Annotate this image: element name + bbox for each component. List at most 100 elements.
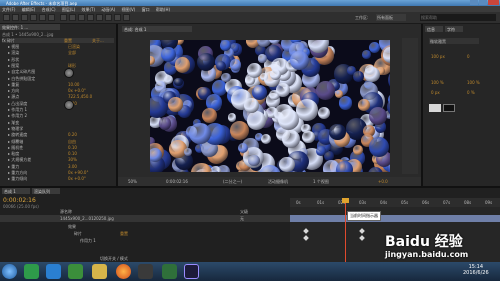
effect-property-value[interactable]: 0.10 — [68, 151, 77, 156]
effect-property-row[interactable]: ▸ 源点 722.5,450.0 — [8, 94, 120, 99]
gravity-direction-dial[interactable] — [64, 100, 74, 110]
composition-canvas[interactable] — [150, 40, 390, 172]
camera-tool-icon[interactable] — [39, 14, 46, 21]
info-tab[interactable]: 信息 — [425, 26, 443, 32]
pen-tool-icon[interactable] — [69, 14, 76, 21]
tracking-field[interactable]: 0 — [467, 54, 470, 59]
mask-tool-icon[interactable] — [60, 14, 67, 21]
roto-tool-icon[interactable] — [114, 14, 121, 21]
effect-property-value[interactable]: 0.10 — [68, 145, 77, 150]
viewer-scrollbar[interactable] — [402, 38, 418, 174]
font-size-field[interactable]: 100 px — [431, 54, 445, 59]
select-tool-icon[interactable] — [3, 14, 10, 21]
effect-property-row[interactable]: ▸ 随机性 0.10 — [8, 145, 120, 150]
media-player-icon[interactable] — [138, 264, 153, 279]
search-input[interactable]: 搜索帮助 — [420, 14, 496, 21]
effect-property-row[interactable]: ▸ 粘度 0.10 — [8, 151, 120, 156]
app-icon[interactable] — [162, 264, 177, 279]
effect-property-value[interactable]: 0x +0.0° — [68, 176, 86, 181]
start-button[interactable] — [2, 264, 17, 279]
layer-parent-dropdown[interactable]: 无 — [240, 216, 244, 222]
effect-property-value[interactable]: 0.20 — [68, 132, 77, 137]
maximize-icon[interactable] — [479, 0, 487, 5]
zoom-tool-icon[interactable] — [21, 14, 28, 21]
effect-controls-tab[interactable]: 效果控件: 1 ... — [0, 24, 60, 30]
minimize-icon[interactable] — [470, 0, 478, 5]
text-tool-icon[interactable] — [78, 14, 85, 21]
layer-row[interactable]: 1445x900_2...0120250.jpg 无 — [0, 215, 290, 222]
shatter-sphere — [237, 143, 248, 154]
browser-icon[interactable] — [46, 264, 61, 279]
wechat-icon[interactable] — [24, 264, 39, 279]
effects-row[interactable]: 效果 — [0, 223, 290, 230]
font-dropdown[interactable]: 微软雅黑 — [429, 38, 479, 44]
baseline-field[interactable]: 0 px — [431, 90, 440, 95]
eraser-tool-icon[interactable] — [105, 14, 112, 21]
rotate-tool-icon[interactable] — [30, 14, 37, 21]
zoom-dropdown[interactable]: 50% — [128, 179, 137, 184]
effect-property-value[interactable]: 全部 — [68, 50, 76, 56]
tsume-field[interactable]: 0 % — [467, 90, 475, 95]
after-effects-icon[interactable] — [184, 264, 199, 279]
force-label: 作用力 1 — [80, 238, 96, 243]
vertical-scale-field[interactable]: 100 % — [431, 80, 444, 85]
effect-property-row[interactable]: ▸ 重力方向 0x +90.0° — [8, 170, 120, 175]
puppet-tool-icon[interactable] — [123, 14, 130, 21]
close-icon[interactable] — [488, 0, 499, 5]
quality-dropdown[interactable]: (二分之一) — [223, 179, 242, 185]
effect-property-value[interactable]: 3.00 — [68, 164, 77, 169]
effect-name[interactable]: fx 碎片 — [2, 38, 15, 43]
chat-app-icon[interactable] — [68, 264, 83, 279]
effect-property-row[interactable]: ▸ 渐变 — [8, 120, 120, 125]
effect-property-value[interactable]: 30% — [68, 157, 77, 162]
pan-tool-icon[interactable] — [48, 14, 55, 21]
timeline-tab[interactable]: 合成 1 — [2, 188, 30, 194]
effect-property-value[interactable]: 0x +90.0° — [68, 170, 88, 175]
effect-property-row[interactable]: ▸ 重力 3.00 — [8, 164, 120, 169]
hand-tool-icon[interactable] — [12, 14, 19, 21]
layer-name[interactable]: 1445x900_2...0120250.jpg — [60, 216, 114, 221]
workspace-dropdown[interactable]: 所有面板 — [376, 14, 406, 21]
folder-icon[interactable] — [92, 264, 107, 279]
effect-property-row[interactable]: ▸ 物理学 — [8, 126, 120, 131]
effect-property-value[interactable]: 自由 — [68, 139, 76, 145]
viewer-footer: 50% 0:00:02:16 (二分之一) 活动摄像机 1 个视图 +0.0 — [118, 177, 421, 186]
views-dropdown[interactable]: 1 个视图 — [313, 179, 329, 185]
timeline-timecode[interactable]: 0:00:02:16 — [3, 197, 36, 204]
shatter-row[interactable]: 碎片 重置 — [0, 230, 290, 237]
effect-property-row[interactable]: ▸ 重复 10.00 — [8, 82, 120, 87]
effect-property-row[interactable]: ▸ 旋转速度 0.20 — [8, 132, 120, 137]
character-tab[interactable]: 字符 — [445, 26, 463, 32]
stamp-tool-icon[interactable] — [96, 14, 103, 21]
playhead-handle[interactable] — [342, 198, 349, 203]
effect-property-row[interactable]: ▸ 白色拼贴固定 — [8, 76, 120, 81]
layer-duration-bar[interactable] — [290, 215, 500, 222]
fill-color-swatch[interactable] — [429, 104, 441, 112]
playhead-line[interactable] — [345, 198, 346, 262]
brush-tool-icon[interactable] — [87, 14, 94, 21]
effect-property-value[interactable]: 10.00 — [68, 82, 79, 87]
clock[interactable]: 15:14 2016/6/26 — [463, 264, 489, 276]
effect-property-row[interactable]: ▸ 方向 0x +0.0° — [8, 88, 120, 93]
stroke-color-swatch[interactable] — [443, 104, 455, 112]
effect-property-row[interactable]: ▸ 图案 球形 — [8, 63, 120, 68]
effect-property-value[interactable]: 722.5,450.0 — [68, 94, 92, 99]
effect-property-row[interactable]: ▸ 作用力 2 — [8, 113, 120, 118]
composition-tab[interactable]: 合成: 合成 1 — [122, 26, 192, 32]
direction-dial[interactable] — [64, 68, 74, 78]
effect-property-row[interactable]: ▸ 重力倾向 0x +0.0° — [8, 176, 120, 181]
force-row[interactable]: 作用力 1 — [0, 237, 290, 244]
effect-property-row[interactable]: ▸ 形状 — [8, 57, 120, 62]
horizontal-scale-field[interactable]: 100 % — [467, 80, 480, 85]
firefox-icon[interactable] — [116, 264, 131, 279]
viewer-timecode[interactable]: 0:00:02:16 — [166, 179, 188, 184]
effect-property-row[interactable]: ▸ 渲染 全部 — [8, 50, 120, 55]
effect-property-row[interactable]: ▸ 视图 已渲染 — [8, 44, 120, 49]
camera-dropdown[interactable]: 活动摄像机 — [268, 179, 288, 185]
render-queue-tab[interactable]: 渲染队列 — [32, 188, 60, 194]
effect-property-row[interactable]: ▸ 大规模方差 30% — [8, 157, 120, 162]
effect-property-value[interactable]: 0x +0.0° — [68, 88, 86, 93]
effect-property-row[interactable]: ▸ 倾覆轴 自由 — [8, 139, 120, 144]
exposure-value[interactable]: +0.0 — [378, 179, 388, 184]
time-ruler[interactable]: 0s01s02s03s04s05s06s07s08s09s — [290, 198, 500, 207]
